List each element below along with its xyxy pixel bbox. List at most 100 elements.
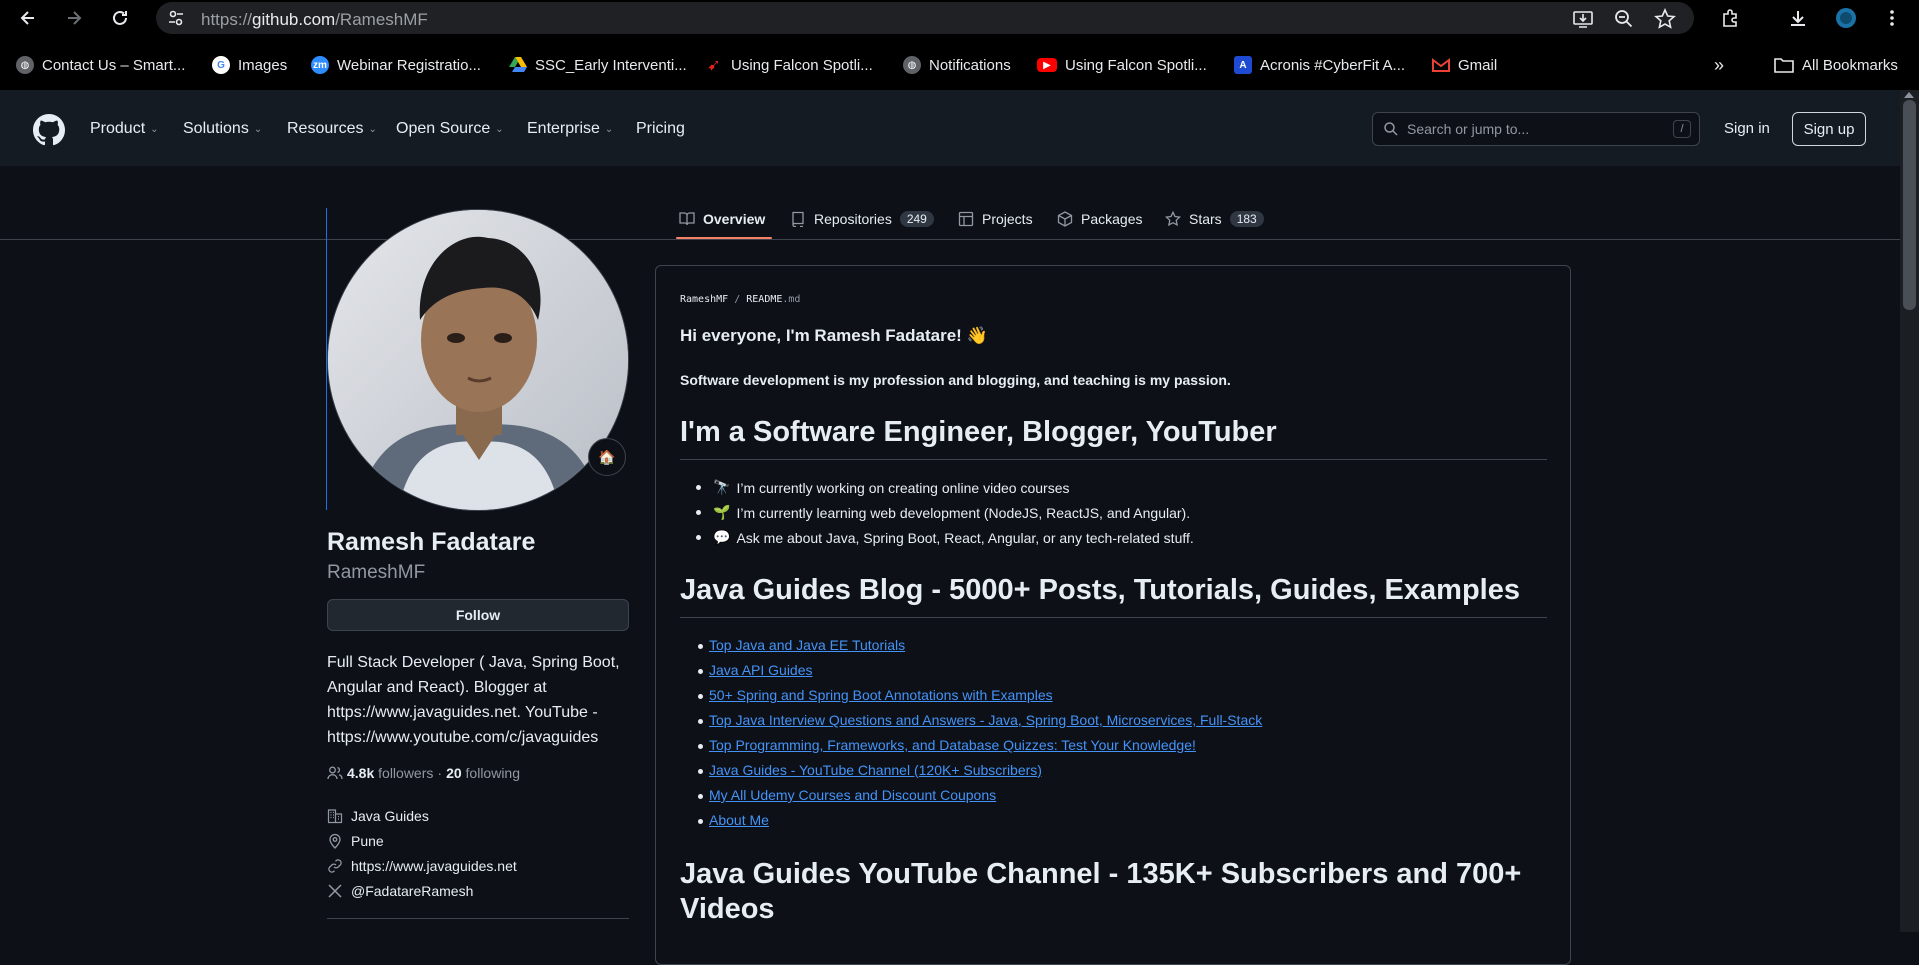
readme-link[interactable]: Java API Guides: [709, 662, 813, 678]
bullet: [698, 694, 703, 699]
forward-button[interactable]: [60, 4, 88, 32]
nav-open-source[interactable]: Open Source ⌄: [396, 120, 504, 138]
nav-solutions[interactable]: Solutions ⌄: [183, 120, 262, 138]
list-item-text: Ask me about Java, Spring Boot, React, A…: [736, 529, 1194, 546]
bookmark-ssc[interactable]: SSC_Early Interventi...: [509, 54, 687, 76]
chevron-down-icon: ⌄: [253, 123, 263, 135]
profile-full-name: Ramesh Fadatare: [327, 528, 536, 556]
bookmark-images[interactable]: G Images: [212, 54, 287, 76]
menu-button[interactable]: [1878, 4, 1906, 32]
sign-in-link[interactable]: Sign in: [1724, 120, 1770, 137]
scroll-up-arrow-icon[interactable]: [1904, 92, 1914, 98]
bullet: [698, 744, 703, 749]
bookmark-star-icon[interactable]: [1654, 8, 1676, 30]
home-emoji-icon: 🏠: [598, 448, 616, 465]
twitter-handle-link[interactable]: @FadatareRamesh: [351, 883, 473, 899]
sign-up-button[interactable]: Sign up: [1792, 112, 1866, 146]
chevron-down-icon: ⌄: [150, 123, 159, 135]
nav-pricing[interactable]: Pricing: [636, 120, 685, 138]
bookmark-falcon-2[interactable]: ▶ Using Falcon Spotli...: [1037, 54, 1207, 76]
google-icon: G: [212, 56, 230, 74]
globe-icon: ◍: [16, 56, 34, 74]
people-icon: [327, 766, 343, 780]
forward-arrow-icon: [68, 11, 82, 25]
install-app-icon[interactable]: [1572, 8, 1594, 30]
bullet: [696, 510, 701, 515]
readme-path-user[interactable]: RameshMF: [680, 294, 728, 305]
book-icon: [679, 212, 695, 226]
bullet: [698, 769, 703, 774]
readme-link[interactable]: Top Java Interview Questions and Answers…: [709, 712, 1262, 728]
back-button[interactable]: [14, 4, 42, 32]
vcard-company: Java Guides: [327, 808, 429, 824]
bookmark-label: Using Falcon Spotli...: [731, 56, 873, 74]
more-bookmarks-button[interactable]: »: [1714, 54, 1724, 76]
location-text: Pune: [351, 833, 384, 849]
bookmark-gmail[interactable]: Gmail: [1432, 54, 1497, 76]
readme-link[interactable]: My All Udemy Courses and Discount Coupon…: [709, 787, 996, 803]
browser-toolbar: https://github.com/RameshMF: [0, 0, 1919, 36]
readme-link[interactable]: 50+ Spring and Spring Boot Annotations w…: [709, 687, 1053, 703]
heading-3-line-2: Videos: [680, 893, 775, 925]
readme-link[interactable]: About Me: [709, 812, 769, 828]
site-info-icon[interactable]: [166, 8, 186, 28]
extensions-button[interactable]: [1716, 4, 1744, 32]
tab-overview[interactable]: Overview: [679, 200, 765, 238]
link-icon: [328, 859, 342, 873]
all-bookmarks-button[interactable]: All Bookmarks: [1774, 54, 1898, 76]
globe-icon: ◍: [903, 56, 921, 74]
status-emoji-badge[interactable]: 🏠: [588, 438, 626, 476]
readme-heading-1: I'm a Software Engineer, Blogger, YouTub…: [680, 416, 1277, 448]
nav-resources[interactable]: Resources ⌄: [287, 120, 377, 138]
following-link[interactable]: 20 following: [446, 765, 520, 781]
follow-button[interactable]: Follow: [327, 599, 629, 631]
address-bar[interactable]: https://github.com/RameshMF: [156, 2, 1694, 34]
followers-count: 4.8k: [347, 765, 375, 781]
bookmark-notifications[interactable]: ◍ Notifications: [903, 54, 1011, 76]
readme-tagline: Software development is my profession an…: [680, 372, 1231, 388]
vcard-website[interactable]: https://www.javaguides.net: [327, 858, 517, 874]
tab-repositories[interactable]: Repositories 249: [790, 200, 934, 238]
zoom-icon[interactable]: [1613, 8, 1635, 30]
profile-bio: Full Stack Developer ( Java, Spring Boot…: [327, 654, 620, 746]
tab-projects[interactable]: Projects: [958, 200, 1033, 238]
readme-link[interactable]: Top Programming, Frameworks, and Databas…: [709, 737, 1196, 753]
bookmark-label: Acronis #CyberFit A...: [1260, 56, 1406, 74]
search-input[interactable]: Search or jump to... /: [1372, 112, 1700, 146]
package-icon: [1057, 211, 1073, 227]
bookmark-label: Contact Us – Smart...: [42, 56, 186, 74]
reload-button[interactable]: [106, 4, 134, 32]
github-logo-icon[interactable]: [33, 114, 65, 146]
readme-heading-2: Java Guides Blog - 5000+ Posts, Tutorial…: [680, 574, 1520, 606]
scrollbar-thumb[interactable]: [1903, 100, 1916, 310]
nav-label: Enterprise: [527, 120, 600, 137]
bullet: [698, 794, 703, 799]
profile-button[interactable]: [1832, 4, 1860, 32]
nav-enterprise[interactable]: Enterprise ⌄: [527, 120, 613, 138]
readme-link[interactable]: Java Guides - YouTube Channel (120K+ Sub…: [709, 762, 1042, 778]
followers-link[interactable]: 4.8k followers: [347, 765, 433, 781]
following-count: 20: [446, 765, 462, 781]
bookmark-contact-us[interactable]: ◍ Contact Us – Smart...: [16, 54, 185, 76]
nav-product[interactable]: Product ⌄: [90, 120, 159, 138]
following-label: following: [465, 765, 521, 781]
vcard-twitter[interactable]: @FadatareRamesh: [327, 883, 473, 899]
bookmark-webinar[interactable]: zm Webinar Registratio...: [311, 54, 481, 76]
reload-icon: [113, 10, 127, 25]
download-icon: [1791, 11, 1805, 26]
chevron-down-icon: ⌄: [604, 123, 614, 135]
downloads-button[interactable]: [1784, 4, 1812, 32]
bullet: [698, 644, 703, 649]
tab-stars[interactable]: Stars 183: [1165, 200, 1264, 238]
telescope-emoji-icon: 🔭: [713, 479, 731, 495]
website-link[interactable]: https://www.javaguides.net: [351, 858, 517, 874]
search-icon: [1384, 122, 1398, 136]
tab-packages[interactable]: Packages: [1057, 200, 1142, 238]
gmail-icon: [1432, 56, 1450, 74]
readme-link[interactable]: Top Java and Java EE Tutorials: [709, 637, 905, 653]
readme-heading-3: Java Guides YouTube Channel - 135K+ Subs…: [680, 858, 1521, 926]
avatar[interactable]: [327, 209, 629, 511]
bookmark-falcon-1[interactable]: ➹ Using Falcon Spotli...: [705, 54, 873, 76]
chevron-down-icon: ⌄: [495, 123, 504, 135]
bookmark-acronis[interactable]: A Acronis #CyberFit A...: [1234, 54, 1405, 76]
